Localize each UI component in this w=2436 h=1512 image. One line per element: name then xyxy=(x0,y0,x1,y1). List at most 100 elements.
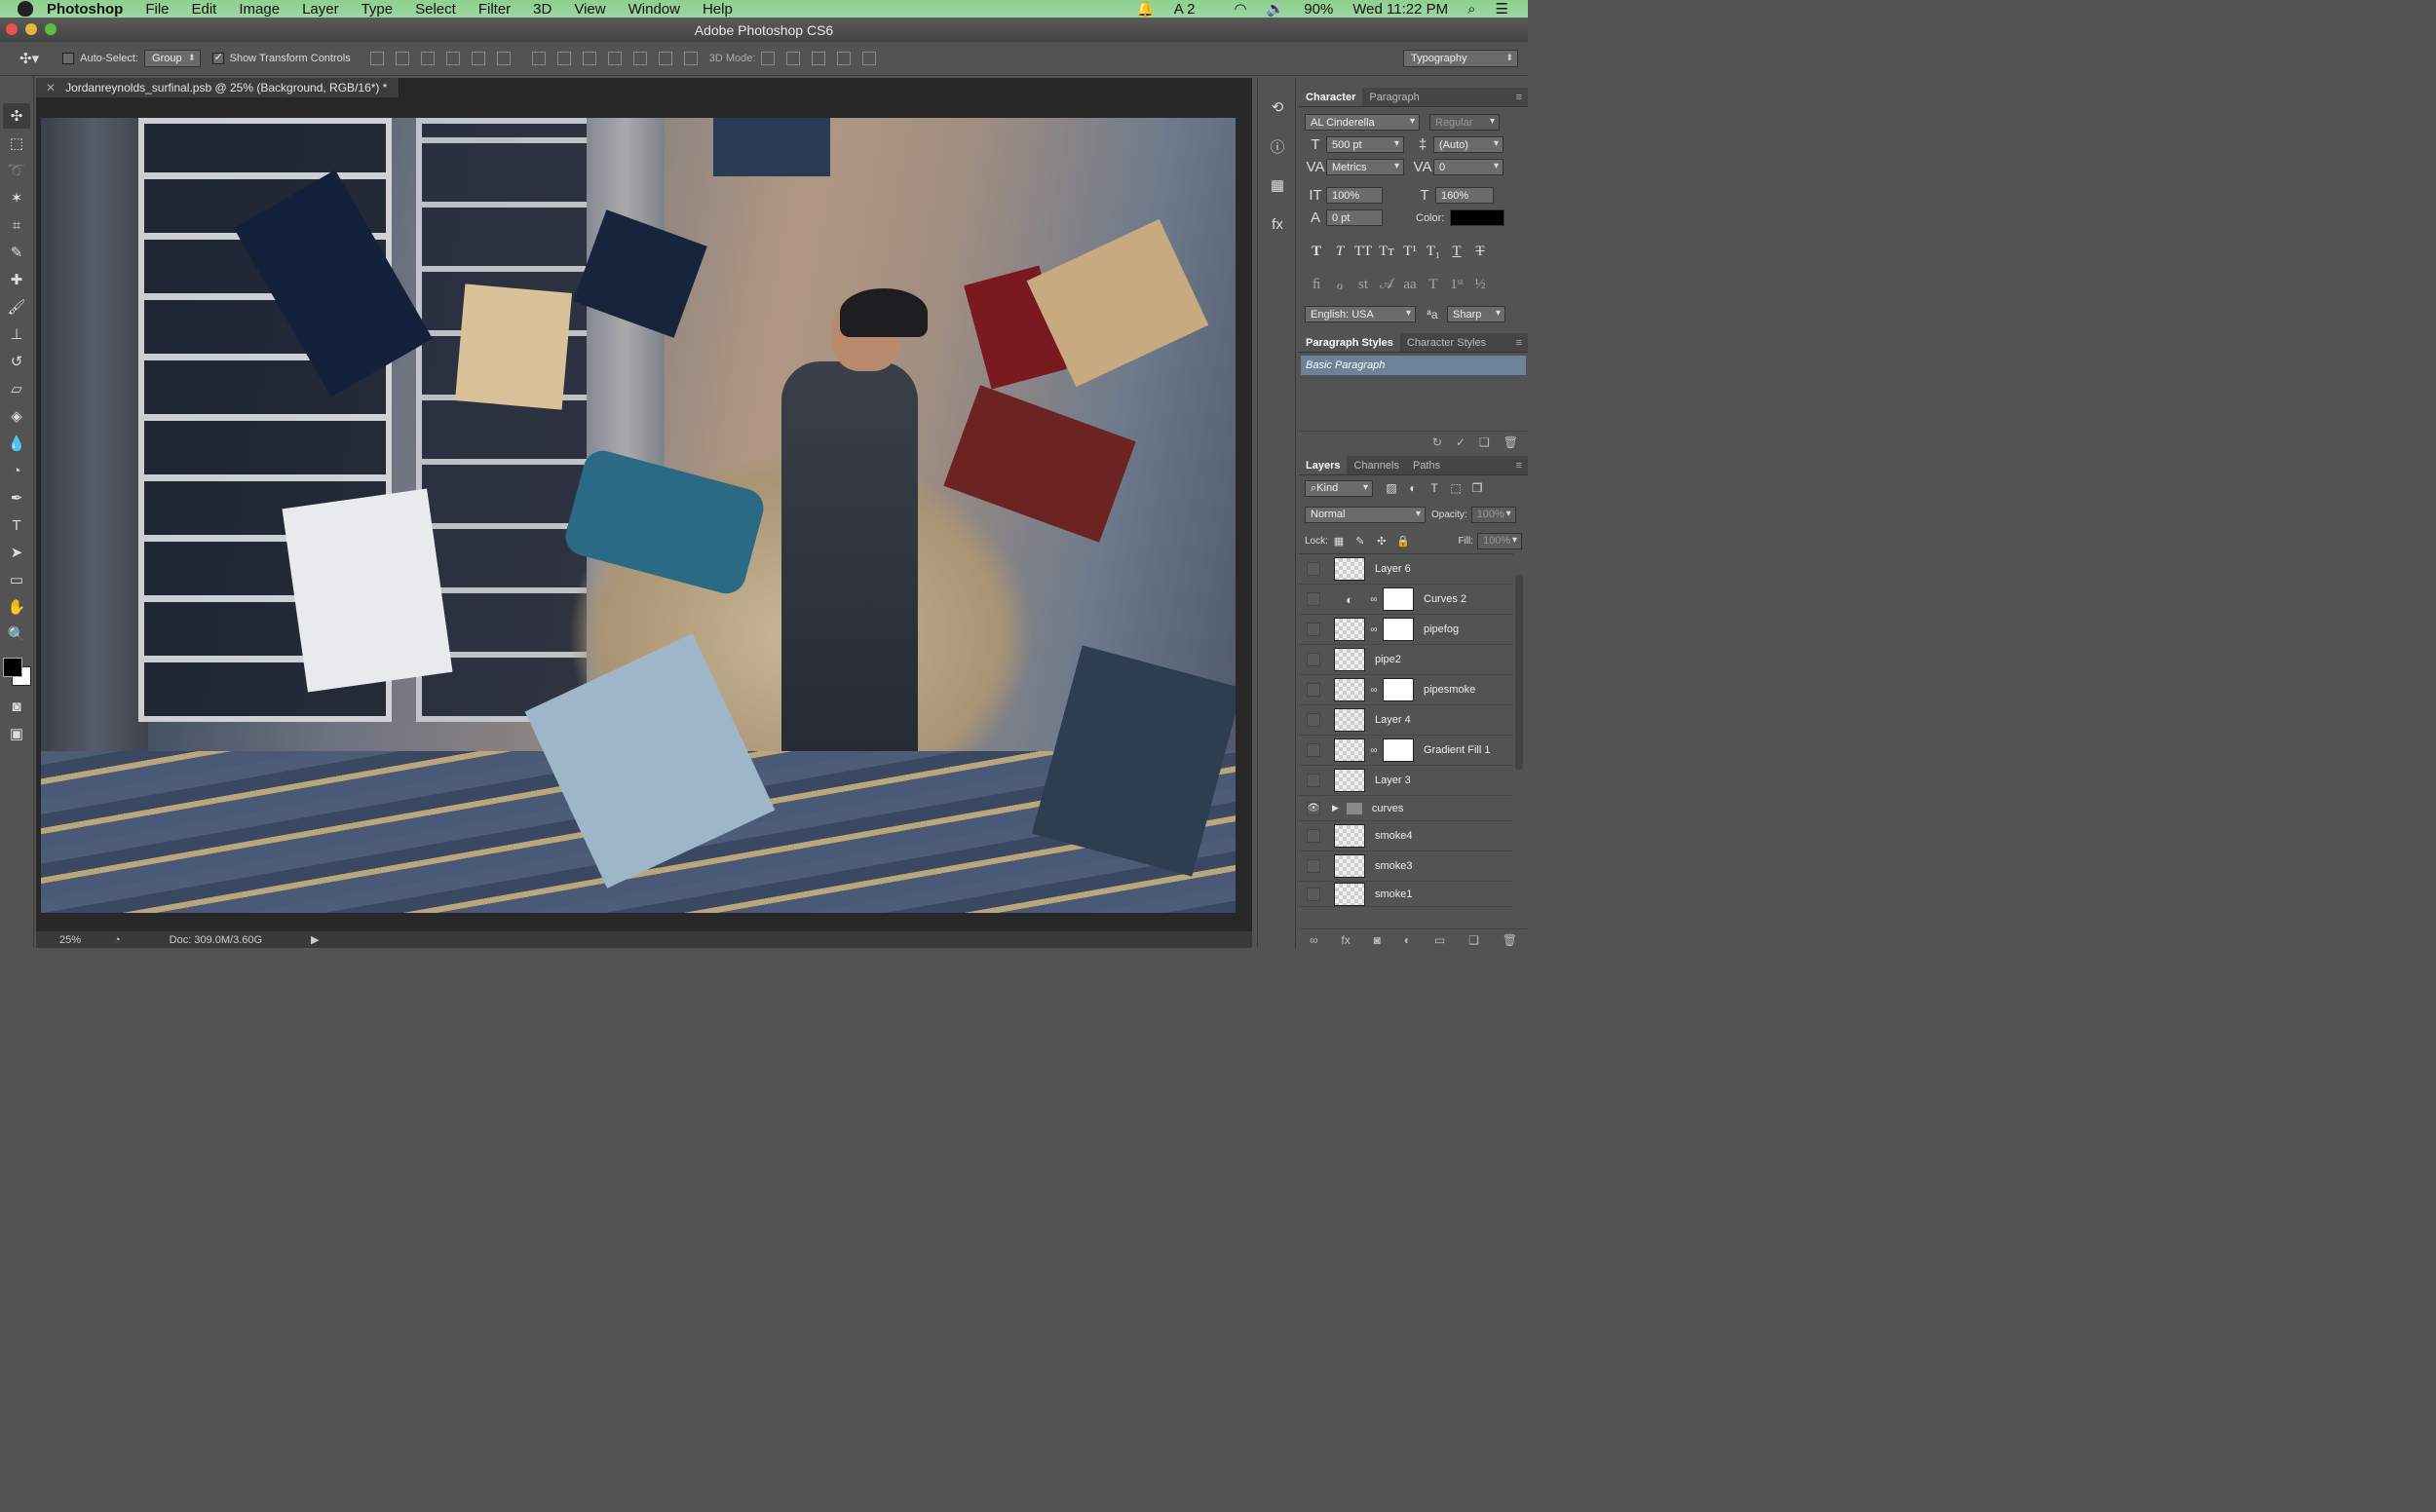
menu-image[interactable]: Image xyxy=(239,1,280,18)
mask-link-icon[interactable]: ∞ xyxy=(1369,624,1379,635)
lock-transparent-icon[interactable]: ▦ xyxy=(1328,535,1350,548)
auto-select-mode-dropdown[interactable]: Group xyxy=(144,50,201,67)
mask-link-icon[interactable]: ∞ xyxy=(1369,685,1379,696)
new-layer-icon[interactable]: ❏ xyxy=(1468,933,1479,947)
move-tool-icon[interactable]: ✣ xyxy=(3,103,30,129)
style-item-basic-paragraph[interactable]: Basic Paragraph xyxy=(1301,356,1526,375)
menu-select[interactable]: Select xyxy=(415,1,456,18)
align-left-icon[interactable] xyxy=(445,52,460,65)
add-mask-icon[interactable]: ◙ xyxy=(1374,933,1381,947)
new-style-icon[interactable]: ❏ xyxy=(1479,435,1490,449)
auto-select-checkbox[interactable] xyxy=(62,53,75,64)
align-hcenter-icon[interactable] xyxy=(471,52,485,65)
layer-row[interactable]: Layer 3 xyxy=(1299,766,1513,796)
menu-3d[interactable]: 3D xyxy=(533,1,552,18)
rectangle-tool-icon[interactable]: ▭ xyxy=(3,567,30,592)
layer-row[interactable]: Layer 4 xyxy=(1299,705,1513,736)
kerning-field[interactable]: Metrics xyxy=(1326,159,1404,175)
close-document-icon[interactable]: ✕ xyxy=(46,81,56,94)
foreground-color-swatch[interactable] xyxy=(3,658,22,677)
clear-override-icon[interactable]: ↻ xyxy=(1432,435,1442,449)
history-panel-icon[interactable]: ⟲ xyxy=(1264,94,1291,121)
visibility-toggle[interactable] xyxy=(1307,713,1320,727)
fill-field[interactable]: 100% xyxy=(1477,532,1522,549)
faux-bold-icon[interactable]: T xyxy=(1305,244,1328,260)
menu-layer[interactable]: Layer xyxy=(302,1,339,18)
canvas[interactable] xyxy=(41,118,1236,913)
workspace-dropdown[interactable]: Typography xyxy=(1403,50,1518,67)
tracking-field[interactable]: 0 xyxy=(1433,159,1503,175)
filter-adjustment-icon[interactable]: ◐ xyxy=(1402,481,1424,495)
font-style-dropdown[interactable]: Regular xyxy=(1429,114,1500,131)
strikethrough-icon[interactable]: T xyxy=(1468,244,1492,260)
zoom-level-field[interactable]: 25% xyxy=(36,934,104,946)
document-tab[interactable]: ✕ Jordanreynolds_surfinal.psb @ 25% (Bac… xyxy=(36,78,400,97)
visibility-toggle[interactable] xyxy=(1307,623,1320,636)
type-tool-icon[interactable]: T xyxy=(3,512,30,538)
layers-scrollbar[interactable] xyxy=(1515,575,1523,770)
layer-row[interactable]: pipe2 xyxy=(1299,645,1513,675)
fractions-icon[interactable]: ½ xyxy=(1468,277,1492,293)
tab-paragraph-styles[interactable]: Paragraph Styles xyxy=(1299,333,1400,352)
delete-style-icon[interactable]: 🗑 xyxy=(1503,435,1518,449)
paint-bucket-tool-icon[interactable]: ◈ xyxy=(3,403,30,429)
3d-rotate-icon[interactable] xyxy=(761,52,776,65)
visibility-toggle[interactable] xyxy=(1307,592,1320,606)
distribute-bottom-icon[interactable] xyxy=(582,52,596,65)
lasso-tool-icon[interactable]: ➰ xyxy=(3,158,30,183)
show-transform-checkbox[interactable] xyxy=(211,51,224,64)
layer-row[interactable]: smoke4 xyxy=(1299,821,1513,851)
notification-icon[interactable]: 🔔 xyxy=(1136,0,1155,18)
horizontal-scale-field[interactable]: 160% xyxy=(1435,187,1494,204)
link-layers-icon[interactable]: ∞ xyxy=(1310,933,1318,947)
distribute-hcenter-icon[interactable] xyxy=(632,52,647,65)
close-window-icon[interactable] xyxy=(6,23,18,35)
stylistic-alternates-icon[interactable]: aa xyxy=(1398,277,1422,293)
align-vcenter-icon[interactable] xyxy=(395,52,409,65)
path-selection-tool-icon[interactable]: ➤ xyxy=(3,540,30,565)
mask-link-icon[interactable]: ∞ xyxy=(1369,745,1379,756)
screen-mode-icon[interactable]: ▣ xyxy=(3,721,30,746)
tab-paths[interactable]: Paths xyxy=(1406,456,1447,474)
lock-all-icon[interactable]: 🔒 xyxy=(1392,535,1414,548)
titling-icon[interactable]: T xyxy=(1422,277,1445,293)
3d-roll-icon[interactable] xyxy=(786,52,801,65)
superscript-icon[interactable]: T¹ xyxy=(1398,244,1422,260)
menu-file[interactable]: File xyxy=(145,1,169,18)
expand-group-icon[interactable]: ▶ xyxy=(1332,803,1339,813)
opacity-field[interactable]: 100% xyxy=(1470,506,1516,523)
wifi-icon[interactable]: ◠ xyxy=(1234,0,1246,18)
ligatures-icon[interactable]: ﬁ xyxy=(1305,277,1328,293)
all-caps-icon[interactable]: TT xyxy=(1351,244,1375,260)
commit-icon[interactable]: ✓ xyxy=(1456,435,1465,449)
swash-icon[interactable]: 𝒜 xyxy=(1375,276,1398,293)
menu-window[interactable]: Window xyxy=(628,1,680,18)
layer-row[interactable]: Layer 6 xyxy=(1299,554,1513,585)
distribute-vcenter-icon[interactable] xyxy=(556,52,571,65)
swatches-panel-icon[interactable]: ▦ xyxy=(1264,171,1291,199)
align-top-icon[interactable] xyxy=(369,52,384,65)
tab-channels[interactable]: Channels xyxy=(1347,456,1405,474)
spotlight-search-icon[interactable]: ⌕ xyxy=(1467,1,1475,18)
layer-row[interactable]: ◐ ∞ Curves 2 xyxy=(1299,585,1513,615)
vertical-scale-field[interactable]: 100% xyxy=(1326,187,1383,204)
visibility-toggle[interactable] xyxy=(1307,829,1320,843)
visibility-eye-icon[interactable]: 👁 xyxy=(1307,801,1320,815)
distribute-left-icon[interactable] xyxy=(607,52,622,65)
new-group-icon[interactable]: ▭ xyxy=(1434,933,1445,947)
volume-icon[interactable]: 🔊 xyxy=(1267,0,1285,18)
filter-smart-object-icon[interactable]: ❐ xyxy=(1466,481,1488,495)
info-panel-icon[interactable]: ⓘ xyxy=(1264,132,1291,160)
layer-row[interactable]: ∞ pipesmoke xyxy=(1299,675,1513,705)
visibility-toggle[interactable] xyxy=(1307,774,1320,787)
menu-filter[interactable]: Filter xyxy=(478,1,511,18)
status-info-icon[interactable]: ◔ xyxy=(114,934,121,946)
menu-view[interactable]: View xyxy=(574,1,605,18)
filter-pixel-icon[interactable]: ▨ xyxy=(1381,481,1402,495)
distribute-top-icon[interactable] xyxy=(531,52,546,65)
notification-center-icon[interactable]: ☰ xyxy=(1496,0,1508,18)
visibility-toggle[interactable] xyxy=(1307,743,1320,757)
visibility-toggle[interactable] xyxy=(1307,653,1320,666)
visibility-toggle[interactable] xyxy=(1307,562,1320,576)
align-bottom-icon[interactable] xyxy=(420,52,435,65)
